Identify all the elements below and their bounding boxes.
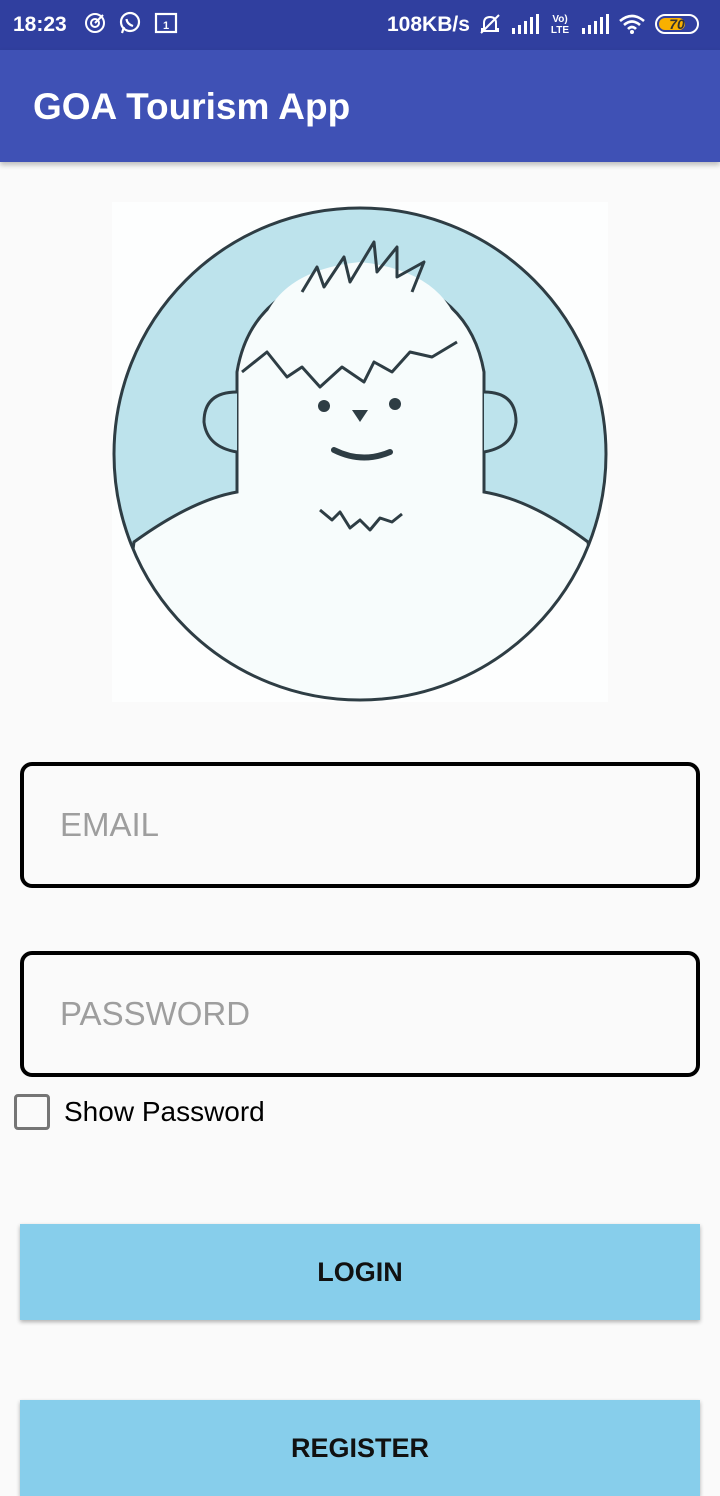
- register-button[interactable]: REGISTER: [20, 1400, 700, 1496]
- yeti-avatar-icon: [112, 206, 608, 702]
- signal-icon-2: [582, 14, 609, 34]
- status-bar: 18:23 1 108KB/s Vo) LTE 70: [0, 0, 720, 50]
- email-field[interactable]: [20, 762, 700, 888]
- target-app-icon: [85, 13, 105, 33]
- svg-text:Vo): Vo): [552, 14, 567, 25]
- whatsapp-icon: [119, 11, 141, 34]
- muted-bell-icon: [480, 14, 500, 34]
- calendar-icon: 1: [154, 12, 178, 34]
- show-password-row[interactable]: Show Password: [14, 1094, 265, 1130]
- login-button[interactable]: LOGIN: [20, 1224, 700, 1320]
- network-speed: 108KB/s: [387, 13, 470, 36]
- battery-level: 70: [669, 16, 685, 32]
- show-password-label[interactable]: Show Password: [64, 1096, 265, 1128]
- svg-text:1: 1: [163, 20, 169, 32]
- avatar-image: [112, 202, 608, 702]
- app-title: GOA Tourism App: [33, 86, 351, 127]
- show-password-checkbox[interactable]: [14, 1094, 50, 1130]
- status-time: 18:23: [13, 13, 67, 36]
- password-input[interactable]: [60, 955, 660, 1073]
- system-icons: Vo) LTE 70: [478, 12, 699, 36]
- volte-icon: Vo)LTE: [551, 14, 569, 36]
- signal-icon: [512, 14, 539, 34]
- battery-icon: 70: [655, 14, 699, 34]
- notification-icons: 1: [84, 11, 178, 35]
- password-field[interactable]: [20, 951, 700, 1077]
- app-bar: GOA Tourism App: [0, 50, 720, 162]
- svg-text:LTE: LTE: [551, 25, 569, 36]
- wifi-icon: [619, 14, 645, 34]
- email-input[interactable]: [60, 766, 660, 884]
